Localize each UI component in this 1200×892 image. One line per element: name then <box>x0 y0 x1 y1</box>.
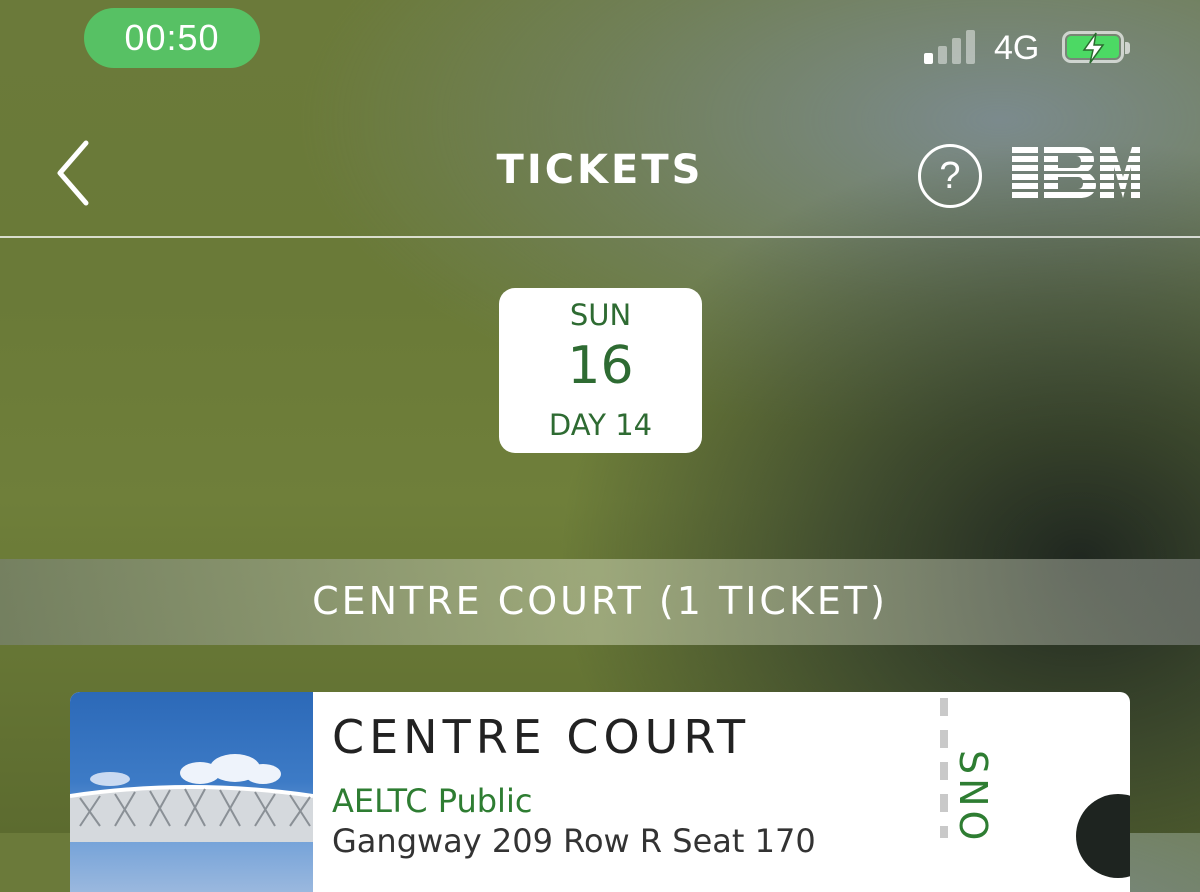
battery-charging-icon <box>1062 31 1130 65</box>
status-time: 00:50 <box>84 8 260 68</box>
status-bar: 00:50 4G <box>0 0 1200 95</box>
court-section-label: CENTRE COURT (1 TICKET) <box>312 579 888 623</box>
ibm-logo <box>1010 147 1140 199</box>
ticket-perforation <box>940 698 948 838</box>
network-type: 4G <box>994 29 1040 67</box>
header-divider <box>0 236 1200 238</box>
ticket-card[interactable]: CENTRE COURT AELTC Public Gangway 209 Ro… <box>70 692 1130 892</box>
ticket-venue: CENTRE COURT <box>332 710 751 764</box>
help-button[interactable]: ? <box>918 144 982 208</box>
ticket-stub-notch <box>1076 794 1130 878</box>
ticket-stub-text: SNO <box>951 750 995 845</box>
cellular-signal-icon <box>924 28 980 64</box>
navigation-bar: TICKETS ? <box>0 95 1200 238</box>
ticket-seat-info: Gangway 209 Row R Seat 170 <box>332 822 816 860</box>
centre-court-image <box>70 692 313 892</box>
date-weekday: SUN <box>569 298 632 332</box>
date-day-number: 16 <box>567 336 634 396</box>
court-section-header: CENTRE COURT (1 TICKET) <box>0 559 1200 645</box>
date-selector-card[interactable]: SUN 16 DAY 14 <box>499 288 702 453</box>
tournament-day-label: DAY 14 <box>548 408 653 442</box>
ticket-type: AELTC Public <box>332 782 533 820</box>
